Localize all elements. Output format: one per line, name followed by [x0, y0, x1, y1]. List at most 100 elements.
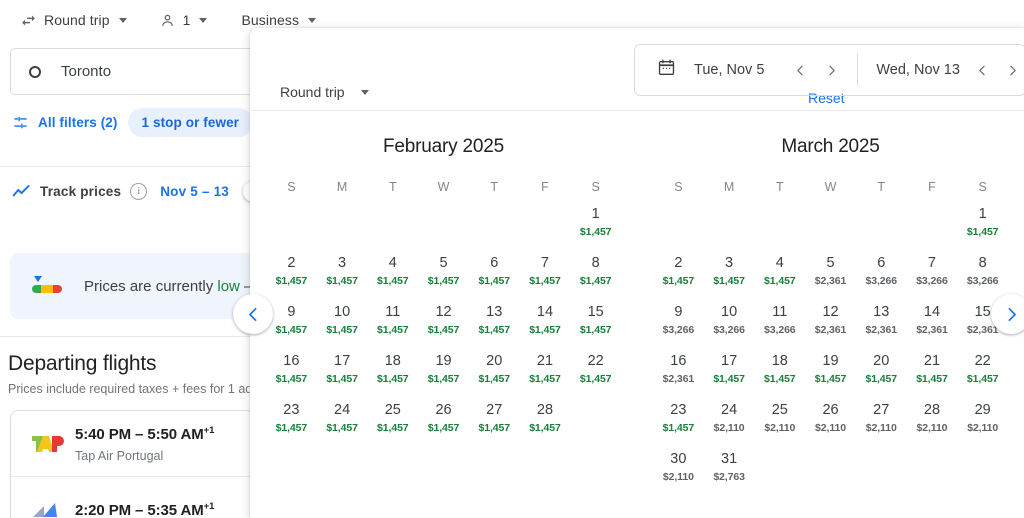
calendar-day-cell[interactable]: 22 $1,457: [570, 351, 621, 400]
departure-date-value: Tue, Nov 5: [694, 62, 765, 78]
calendar-day-price: $1,457: [865, 373, 897, 385]
calendar-prev-month-button[interactable]: [233, 294, 273, 334]
calendar-day-cell[interactable]: 12 $2,361: [805, 302, 856, 351]
calendar-day-cell[interactable]: 2 $1,457: [266, 253, 317, 302]
calendar-day-cell[interactable]: 14 $2,361: [907, 302, 958, 351]
calendar-day-cell[interactable]: 9 $3,266: [653, 302, 704, 351]
calendar-day-cell[interactable]: 5 $1,457: [418, 253, 469, 302]
calendar-day-cell[interactable]: 23 $1,457: [266, 400, 317, 449]
calendar-day-cell[interactable]: 12 $1,457: [418, 302, 469, 351]
filter-chip-stops[interactable]: 1 stop or fewer: [127, 108, 254, 137]
day-of-week-header: S: [591, 180, 600, 194]
calendar-day-cell[interactable]: 9 $1,457: [266, 302, 317, 351]
calendar-day-number: 15: [974, 304, 991, 320]
calendar-day-cell[interactable]: 18 $1,457: [754, 351, 805, 400]
calendar-next-month-button[interactable]: [991, 294, 1024, 334]
calendar-day-cell[interactable]: 1 $1,457: [957, 204, 1008, 253]
calendar-day-cell[interactable]: 7 $1,457: [520, 253, 571, 302]
table-row[interactable]: 2:20 PM – 5:35 AM+1: [11, 477, 253, 518]
day-of-week-header: F: [928, 180, 936, 194]
calendar-day-cell[interactable]: 4 $1,457: [754, 253, 805, 302]
calendar-day-cell[interactable]: 3 $1,457: [704, 253, 755, 302]
calendar-day-cell[interactable]: 28 $2,110: [907, 400, 958, 449]
calendar-day-cell[interactable]: 27 $2,110: [856, 400, 907, 449]
flight-time-text: 2:20 PM – 5:35 AM: [75, 501, 204, 518]
calendar-day-cell[interactable]: 26 $2,110: [805, 400, 856, 449]
return-date-value: Wed, Nov 13: [876, 62, 960, 78]
calendar-day-cell[interactable]: 3 $1,457: [317, 253, 368, 302]
calendar-day-cell[interactable]: 8 $1,457: [570, 253, 621, 302]
calendar-day-cell[interactable]: 19 $1,457: [805, 351, 856, 400]
calendar-day-cell[interactable]: 16 $2,361: [653, 351, 704, 400]
departure-date-segment[interactable]: Tue, Nov 5: [694, 62, 764, 78]
calendar-day-cell[interactable]: 6 $1,457: [469, 253, 520, 302]
calendar-day-cell[interactable]: 11 $3,266: [754, 302, 805, 351]
return-prev-day-button[interactable]: [970, 56, 995, 84]
calendar-day-cell[interactable]: 13 $1,457: [469, 302, 520, 351]
departure-next-day-button[interactable]: [819, 56, 844, 84]
trip-type-selector[interactable]: Round trip: [12, 7, 135, 34]
calendar-day-cell[interactable]: 4 $1,457: [367, 253, 418, 302]
calendar-day-cell[interactable]: 29 $2,110: [957, 400, 1008, 449]
calendar-day-cell[interactable]: 24 $2,110: [704, 400, 755, 449]
calendar-day-cell[interactable]: 15 $1,457: [570, 302, 621, 351]
calendar-day-cell[interactable]: 28 $1,457: [520, 400, 571, 449]
calendar-day-price: $1,457: [579, 324, 612, 336]
calendar-day-cell[interactable]: 27 $1,457: [469, 400, 520, 449]
calendar-day-cell[interactable]: 30 $2,110: [653, 449, 704, 498]
calendar-weeks: 1 $1,457 2 $1,457 3 $1,457 4 $1,457 5 $1,457 6 $1,4…: [250, 204, 637, 449]
calendar-day-cell[interactable]: 10 $1,457: [317, 302, 368, 351]
track-prices-date-range: Nov 5 – 13: [160, 184, 230, 199]
flight-details: 2:20 PM – 5:35 AM+1: [75, 501, 214, 518]
calendar-day-cell[interactable]: 17 $1,457: [317, 351, 368, 400]
calendar-day-cell[interactable]: 13 $2,361: [856, 302, 907, 351]
calendar-day-cell[interactable]: 19 $1,457: [418, 351, 469, 400]
popup-trip-type-selector[interactable]: Round trip: [280, 84, 369, 100]
return-date-segment[interactable]: Wed, Nov 13: [876, 62, 960, 78]
calendar-day-cell[interactable]: 11 $1,457: [367, 302, 418, 351]
calendar-day-cell[interactable]: 25 $1,457: [367, 400, 418, 449]
calendar-day-number: 27: [486, 402, 503, 418]
calendar-day-cell[interactable]: 10 $3,266: [704, 302, 755, 351]
date-picker-header: Round trip Reset Tue, Nov 5 Wed, Nov 13: [250, 28, 1024, 111]
departure-prev-day-button[interactable]: [788, 56, 813, 84]
passengers-selector[interactable]: 1: [151, 7, 216, 34]
calendar-day-cell[interactable]: 5 $2,361: [805, 253, 856, 302]
calendar-empty-cell: [957, 449, 1008, 498]
calendar-day-cell[interactable]: 31 $2,763: [704, 449, 755, 498]
return-next-day-button[interactable]: [1000, 56, 1024, 84]
calendar-day-cell[interactable]: 20 $1,457: [469, 351, 520, 400]
chevron-down-icon: [308, 17, 317, 23]
calendar-day-cell[interactable]: 1 $1,457: [570, 204, 621, 253]
calendar-day-cell[interactable]: 14 $1,457: [520, 302, 571, 351]
flight-results-list: 5:40 PM – 5:50 AM+1 Tap Air Portugal 2:2…: [10, 410, 254, 518]
calendar-day-cell[interactable]: 22 $1,457: [957, 351, 1008, 400]
calendar-day-cell[interactable]: 21 $1,457: [907, 351, 958, 400]
calendar-day-cell[interactable]: 7 $3,266: [907, 253, 958, 302]
calendar-day-price: $1,457: [713, 275, 745, 287]
calendar-day-cell[interactable]: 21 $1,457: [520, 351, 571, 400]
calendar-day-cell[interactable]: 23 $1,457: [653, 400, 704, 449]
calendar-day-cell[interactable]: 18 $1,457: [367, 351, 418, 400]
calendar-month: March 2025 S M T W T F S 1 $1,457 2 $1,457 3 $1,457 4 $…: [637, 110, 1024, 498]
calendar-day-cell[interactable]: 26 $1,457: [418, 400, 469, 449]
calendar-day-cell[interactable]: 6 $3,266: [856, 253, 907, 302]
calendar-day-cell[interactable]: 2 $1,457: [653, 253, 704, 302]
calendar-day-price: $1,457: [662, 275, 695, 287]
calendar-day-cell[interactable]: 20 $1,457: [856, 351, 907, 400]
calendar-day-number: 17: [721, 353, 738, 369]
calendar-day-cell[interactable]: 8 $3,266: [957, 253, 1008, 302]
calendar-day-price: $1,457: [326, 373, 358, 385]
calendar-empty-cell: [856, 449, 907, 498]
calendar-day-cell[interactable]: 16 $1,457: [266, 351, 317, 400]
info-icon[interactable]: i: [130, 183, 148, 200]
departing-flights-subtitle: Prices include required taxes + fees for…: [8, 382, 262, 396]
calendar-day-cell[interactable]: 24 $1,457: [317, 400, 368, 449]
flight-plus-days: +1: [203, 424, 215, 436]
calendar-day-number: 17: [334, 353, 351, 369]
calendar-day-cell[interactable]: 25 $2,110: [754, 400, 805, 449]
all-filters-button[interactable]: All filters (2): [12, 114, 118, 131]
table-row[interactable]: 5:40 PM – 5:50 AM+1 Tap Air Portugal: [11, 411, 253, 477]
calendar-day-price: $1,457: [529, 373, 561, 385]
calendar-day-cell[interactable]: 17 $1,457: [704, 351, 755, 400]
